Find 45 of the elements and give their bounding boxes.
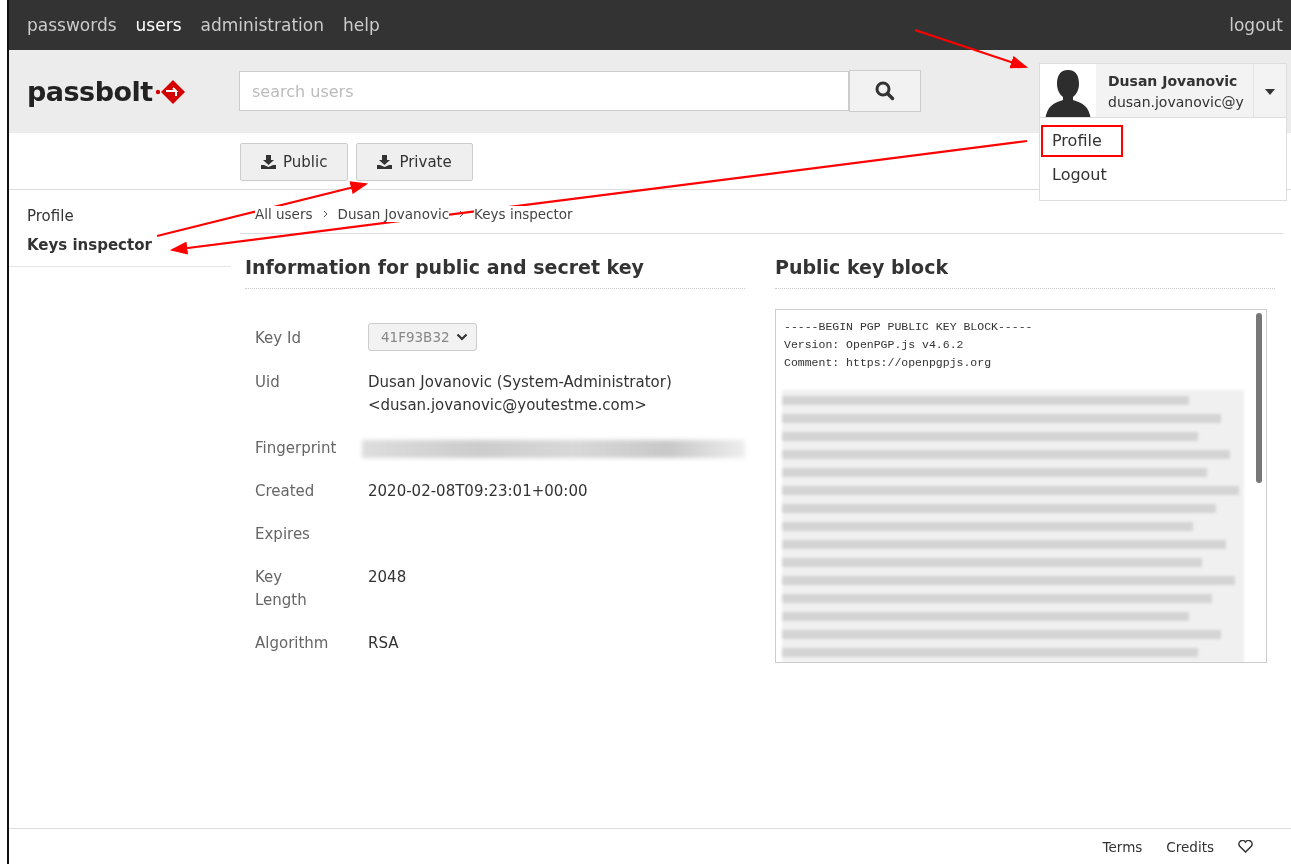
download-icon: [261, 155, 276, 169]
logo-icon: [154, 78, 185, 105]
breadcrumb-link[interactable]: All users: [255, 205, 313, 222]
breadcrumb-link[interactable]: Dusan Jovanovic: [337, 205, 450, 222]
field-label: Fingerprint: [255, 438, 338, 459]
scrollbar[interactable]: [1256, 313, 1262, 483]
field-label: Key Length: [255, 567, 308, 611]
sidebar-item[interactable]: Keys inspector: [27, 236, 231, 254]
section-heading: Information for public and secret key: [245, 256, 745, 289]
heart-icon[interactable]: [1238, 840, 1253, 853]
field-label: Expires: [255, 524, 311, 545]
field-value: 2048: [368, 567, 407, 588]
menu-item[interactable]: Logout: [1040, 158, 1119, 192]
user-email: dusan.jovanovic@y: [1108, 94, 1245, 110]
nav-link[interactable]: users: [135, 15, 182, 35]
field-label: Algorithm: [255, 633, 330, 654]
search-icon: [875, 81, 895, 101]
download-button[interactable]: Public: [240, 143, 349, 181]
download-button[interactable]: Private: [356, 143, 473, 181]
sidebar-item[interactable]: Profile: [27, 207, 231, 225]
search-button[interactable]: [849, 70, 921, 112]
chevron-down-icon: [455, 333, 468, 341]
nav-link[interactable]: passwords: [27, 15, 117, 35]
nav-link[interactable]: administration: [200, 15, 324, 35]
footer-link[interactable]: Terms: [1102, 838, 1143, 855]
key-block-field[interactable]: -----BEGIN PGP PUBLIC KEY BLOCK----- Version: OpenPGP.js v4.6.2 Comment: https://openpgpjs.org: [775, 309, 1267, 663]
field-value: RSA: [368, 633, 399, 654]
logo-text: passbolt: [27, 76, 153, 107]
section-heading: Public key block: [775, 256, 1275, 289]
field-label: Created: [255, 481, 316, 502]
caret-icon: [1265, 88, 1276, 95]
field-label: Uid: [255, 372, 281, 393]
user-name: Dusan Jovanovic: [1108, 73, 1239, 89]
field-value: Dusan Jovanovic (System-Administrator) <dusan.jovanovic@youtestme.com>: [368, 372, 672, 416]
chevron-icon: [322, 209, 328, 218]
footer-link[interactable]: Credits: [1166, 838, 1214, 855]
field-label: Key Id: [255, 328, 302, 349]
nav-link[interactable]: help: [343, 15, 380, 35]
logout-link[interactable]: logout: [1229, 15, 1283, 35]
download-icon: [377, 155, 393, 169]
breadcrumb-link[interactable]: Keys inspector: [474, 205, 573, 222]
search-field[interactable]: search users: [239, 71, 849, 111]
menu-item[interactable]: Profile: [1040, 124, 1124, 158]
field-value: 2020-02-08T09:23:01+00:00: [368, 481, 588, 502]
chevron-icon: [459, 209, 465, 218]
